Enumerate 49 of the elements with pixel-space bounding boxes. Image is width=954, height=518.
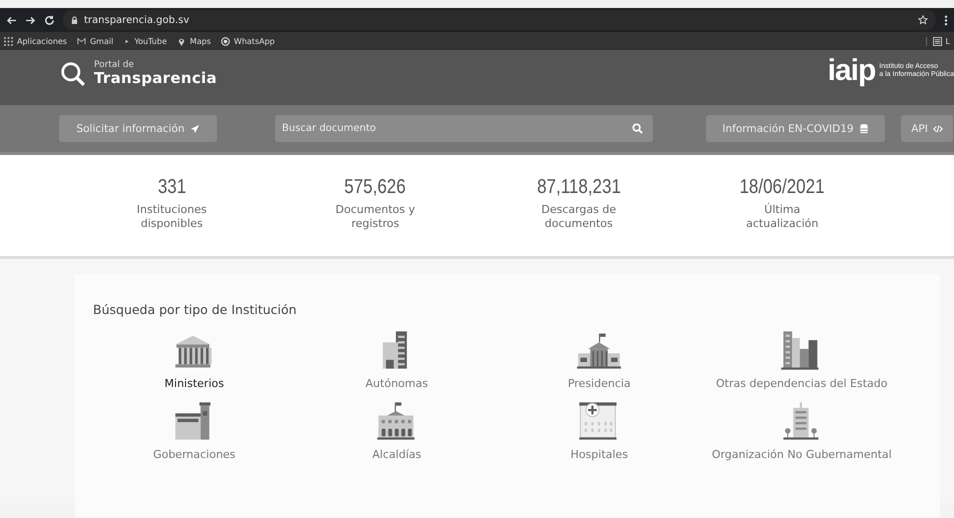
stat-label: Documentos y registros xyxy=(334,203,416,231)
forward-arrow-icon[interactable] xyxy=(25,16,36,24)
iaip-logo: iaip xyxy=(828,56,876,84)
play-icon xyxy=(123,38,130,44)
address-bar[interactable]: transparencia.gob.sv xyxy=(63,10,936,30)
stat-value: 331 xyxy=(156,176,187,198)
reading-list-label[interactable]: L xyxy=(946,36,950,46)
covid-info-button[interactable]: Información EN-COVID19 xyxy=(706,115,885,142)
request-info-button[interactable]: Solicitar información xyxy=(59,115,217,142)
search-icon[interactable] xyxy=(632,123,643,134)
stat-label: Descargas de documentos xyxy=(540,203,618,231)
menu-icon[interactable] xyxy=(944,14,948,26)
institution-link[interactable]: Alcaldías xyxy=(372,448,422,461)
api-button[interactable]: API xyxy=(901,115,953,142)
chat-bubble-icon xyxy=(220,36,230,46)
logo-subtitle: Portal de xyxy=(94,60,135,70)
bookmark[interactable]: YouTube xyxy=(123,36,167,46)
institution-link[interactable]: Ministerios xyxy=(164,377,224,390)
institution-link[interactable]: Gobernaciones xyxy=(153,448,236,461)
institution-link[interactable]: Hospitales xyxy=(570,448,628,461)
bookmark[interactable]: Maps xyxy=(176,36,211,46)
map-pin-icon xyxy=(176,36,186,46)
institution-link[interactable]: Otras dependencias del Estado xyxy=(716,377,888,390)
code-icon xyxy=(932,124,943,134)
mail-icon xyxy=(76,36,86,46)
search-field[interactable]: Buscar documento xyxy=(275,115,653,142)
lock-icon xyxy=(71,16,78,24)
logo-title: Transparencia xyxy=(94,70,217,87)
url-text: transparencia.gob.sv xyxy=(84,14,190,26)
bookmark[interactable]: Aplicaciones xyxy=(4,36,67,46)
institution-link[interactable]: Presidencia xyxy=(568,377,631,390)
apps-grid-icon xyxy=(4,36,13,46)
bookmark[interactable]: WhatsApp xyxy=(220,36,275,46)
institution-link[interactable]: Organización No Gubernamental xyxy=(712,448,892,461)
database-icon xyxy=(858,124,869,134)
section-title: Búsqueda por tipo de Institución xyxy=(93,302,298,317)
stat-value: 87,118,231 xyxy=(536,176,622,198)
stat-label: Instituciones disponibles xyxy=(136,203,208,231)
search-logo-icon xyxy=(60,60,86,86)
star-icon[interactable] xyxy=(918,15,928,25)
institution-link[interactable]: Autónomas xyxy=(366,377,428,390)
reading-list-icon[interactable] xyxy=(932,36,942,46)
paper-plane-icon xyxy=(190,124,200,134)
reload-icon[interactable] xyxy=(44,14,55,26)
stat-label: Última actualización xyxy=(745,203,820,231)
stat-value: 18/06/2021 xyxy=(738,176,826,198)
back-arrow-icon[interactable] xyxy=(6,16,17,24)
stat-value: 575,626 xyxy=(344,176,407,198)
bookmark[interactable]: Gmail xyxy=(76,36,114,46)
